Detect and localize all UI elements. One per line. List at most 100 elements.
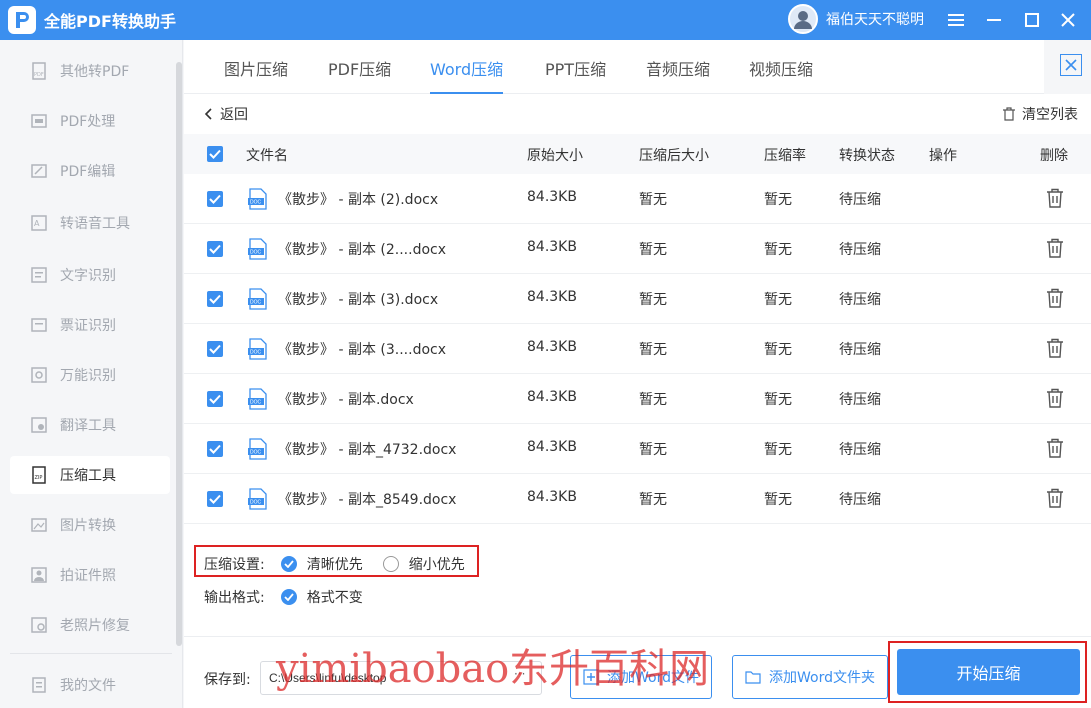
browse-button[interactable]: ··· <box>514 667 525 681</box>
row-checkbox[interactable] <box>207 291 223 307</box>
doc-file-icon: DOC <box>248 488 267 510</box>
sidebar-item-label: 拍证件照 <box>60 568 116 584</box>
tab-audio-compress[interactable]: 音频压缩 <box>646 56 710 94</box>
original-size: 84.3KB <box>527 389 577 405</box>
format-unchanged-label[interactable]: 格式不变 <box>307 587 363 607</box>
sidebar-item-compress[interactable]: ZIP 压缩工具 <box>10 456 170 494</box>
svg-text:DOC: DOC <box>250 400 262 406</box>
table-row: DOC 《散步》 - 副本_4732.docx 84.3KB 暂无 暂无 待压缩 <box>184 424 1091 474</box>
add-word-file-button[interactable]: 添加Word文件 <box>570 655 712 699</box>
avatar[interactable] <box>788 4 818 34</box>
minimize-icon[interactable] <box>980 6 1008 34</box>
compress-rate: 暂无 <box>764 492 792 508</box>
file-name: 《散步》 - 副本 (3....docx <box>278 342 447 358</box>
compress-settings-label: 压缩设置: <box>204 557 265 573</box>
output-format: 输出格式: 格式不变 <box>204 587 363 607</box>
trash-icon <box>1003 107 1015 121</box>
start-compress-button[interactable]: 开始压缩 <box>897 649 1080 695</box>
sidebar-item-my-files[interactable]: 我的文件 <box>10 666 170 704</box>
svg-text:DOC: DOC <box>250 450 262 456</box>
delete-icon[interactable] <box>1046 438 1064 458</box>
delete-icon[interactable] <box>1046 338 1064 358</box>
sidebar-item-pdf-edit[interactable]: PDF编辑 <box>10 152 170 190</box>
delete-icon[interactable] <box>1046 488 1064 508</box>
app-logo-icon <box>8 6 36 34</box>
sidebar-scrollbar[interactable] <box>176 62 182 646</box>
status: 待压缩 <box>839 242 881 258</box>
radio-clear-priority[interactable] <box>280 556 297 572</box>
menu-icon[interactable] <box>942 6 970 34</box>
tab-image-compress[interactable]: 图片压缩 <box>224 56 288 94</box>
table-row: DOC 《散步》 - 副本 (3).docx 84.3KB 暂无 暂无 待压缩 <box>184 274 1091 324</box>
table-header: 文件名 原始大小 压缩后大小 压缩率 转换状态 操作 删除 <box>184 134 1091 174</box>
row-checkbox[interactable] <box>207 191 223 207</box>
sidebar-item-label: 图片转换 <box>60 518 116 534</box>
sidebar-item-label: 其他转PDF <box>60 64 130 80</box>
save-to-label: 保存到: <box>204 672 251 688</box>
sidebar-item-label: 老照片修复 <box>60 618 130 634</box>
close-panel-icon[interactable] <box>1060 54 1082 76</box>
sidebar-item-ocr[interactable]: 文字识别 <box>10 256 170 294</box>
status: 待压缩 <box>839 392 881 408</box>
radio-small-priority[interactable] <box>382 556 399 572</box>
title-bar: 全能PDF转换助手 福伯天天不聪明 <box>0 0 1091 40</box>
close-icon[interactable] <box>1054 6 1082 34</box>
file-name: 《散步》 - 副本_4732.docx <box>278 442 457 458</box>
original-size: 84.3KB <box>527 339 577 355</box>
row-checkbox[interactable] <box>207 441 223 457</box>
user-profile[interactable]: 福伯天天不聪明 <box>788 4 924 34</box>
sidebar-item-translate[interactable]: 翻译工具 <box>10 406 170 444</box>
delete-icon[interactable] <box>1046 188 1064 208</box>
add-file-icon <box>583 669 599 685</box>
tab-video-compress[interactable]: 视频压缩 <box>749 56 813 94</box>
row-checkbox[interactable] <box>207 491 223 507</box>
radio-format-unchanged[interactable] <box>280 589 297 605</box>
row-checkbox[interactable] <box>207 241 223 257</box>
svg-text:DOC: DOC <box>250 500 262 506</box>
file-name: 《散步》 - 副本 (2).docx <box>278 192 439 208</box>
back-button[interactable]: 返回 <box>204 104 248 124</box>
sidebar-item-text-to-speech[interactable]: A 转语音工具 <box>10 204 170 242</box>
compressed-size: 暂无 <box>639 442 667 458</box>
select-all-checkbox[interactable] <box>207 146 223 162</box>
svg-text:A: A <box>34 219 40 228</box>
compressed-size: 暂无 <box>639 392 667 408</box>
table-row: DOC 《散步》 - 副本_8549.docx 84.3KB 暂无 暂无 待压缩 <box>184 474 1091 524</box>
sidebar-item-label: 票证识别 <box>60 318 116 334</box>
col-filename: 文件名 <box>246 148 288 164</box>
sidebar-item-other-to-pdf[interactable]: PDF 其他转PDF <box>10 52 170 90</box>
output-format-label: 输出格式: <box>204 590 265 606</box>
ticket-icon <box>30 316 48 334</box>
clear-priority-label[interactable]: 清晰优先 <box>307 554 363 574</box>
tab-word-compress[interactable]: Word压缩 <box>430 56 504 94</box>
row-checkbox[interactable] <box>207 391 223 407</box>
sidebar-item-photo-restore[interactable]: 老照片修复 <box>10 606 170 644</box>
pdf-process-icon <box>30 112 48 130</box>
clear-list-button[interactable]: 清空列表 <box>1002 104 1078 124</box>
small-priority-label[interactable]: 缩小优先 <box>409 554 465 574</box>
delete-icon[interactable] <box>1046 238 1064 258</box>
compress-settings: 压缩设置: 清晰优先 缩小优先 <box>204 554 465 574</box>
sidebar-item-universal-ocr[interactable]: 万能识别 <box>10 356 170 394</box>
sidebar-item-pdf-process[interactable]: PDF处理 <box>10 102 170 140</box>
doc-file-icon: DOC <box>248 438 267 460</box>
tab-pdf-compress[interactable]: PDF压缩 <box>328 56 391 94</box>
sidebar-item-id-photo[interactable]: 拍证件照 <box>10 556 170 594</box>
speech-icon: A <box>30 214 48 232</box>
chevron-left-icon <box>204 108 212 120</box>
compress-rate: 暂无 <box>764 242 792 258</box>
delete-icon[interactable] <box>1046 388 1064 408</box>
doc-file-icon: DOC <box>248 238 267 260</box>
maximize-icon[interactable] <box>1018 6 1046 34</box>
row-checkbox[interactable] <box>207 341 223 357</box>
svg-text:DOC: DOC <box>250 250 262 256</box>
save-path-input[interactable] <box>260 661 542 695</box>
original-size: 84.3KB <box>527 489 577 505</box>
sidebar-item-ticket-ocr[interactable]: 票证识别 <box>10 306 170 344</box>
sidebar-item-image-convert[interactable]: 图片转换 <box>10 506 170 544</box>
tab-ppt-compress[interactable]: PPT压缩 <box>545 56 606 94</box>
col-compressed-size: 压缩后大小 <box>639 148 709 164</box>
delete-icon[interactable] <box>1046 288 1064 308</box>
image-icon <box>30 516 48 534</box>
add-word-folder-button[interactable]: 添加Word文件夹 <box>732 655 888 699</box>
